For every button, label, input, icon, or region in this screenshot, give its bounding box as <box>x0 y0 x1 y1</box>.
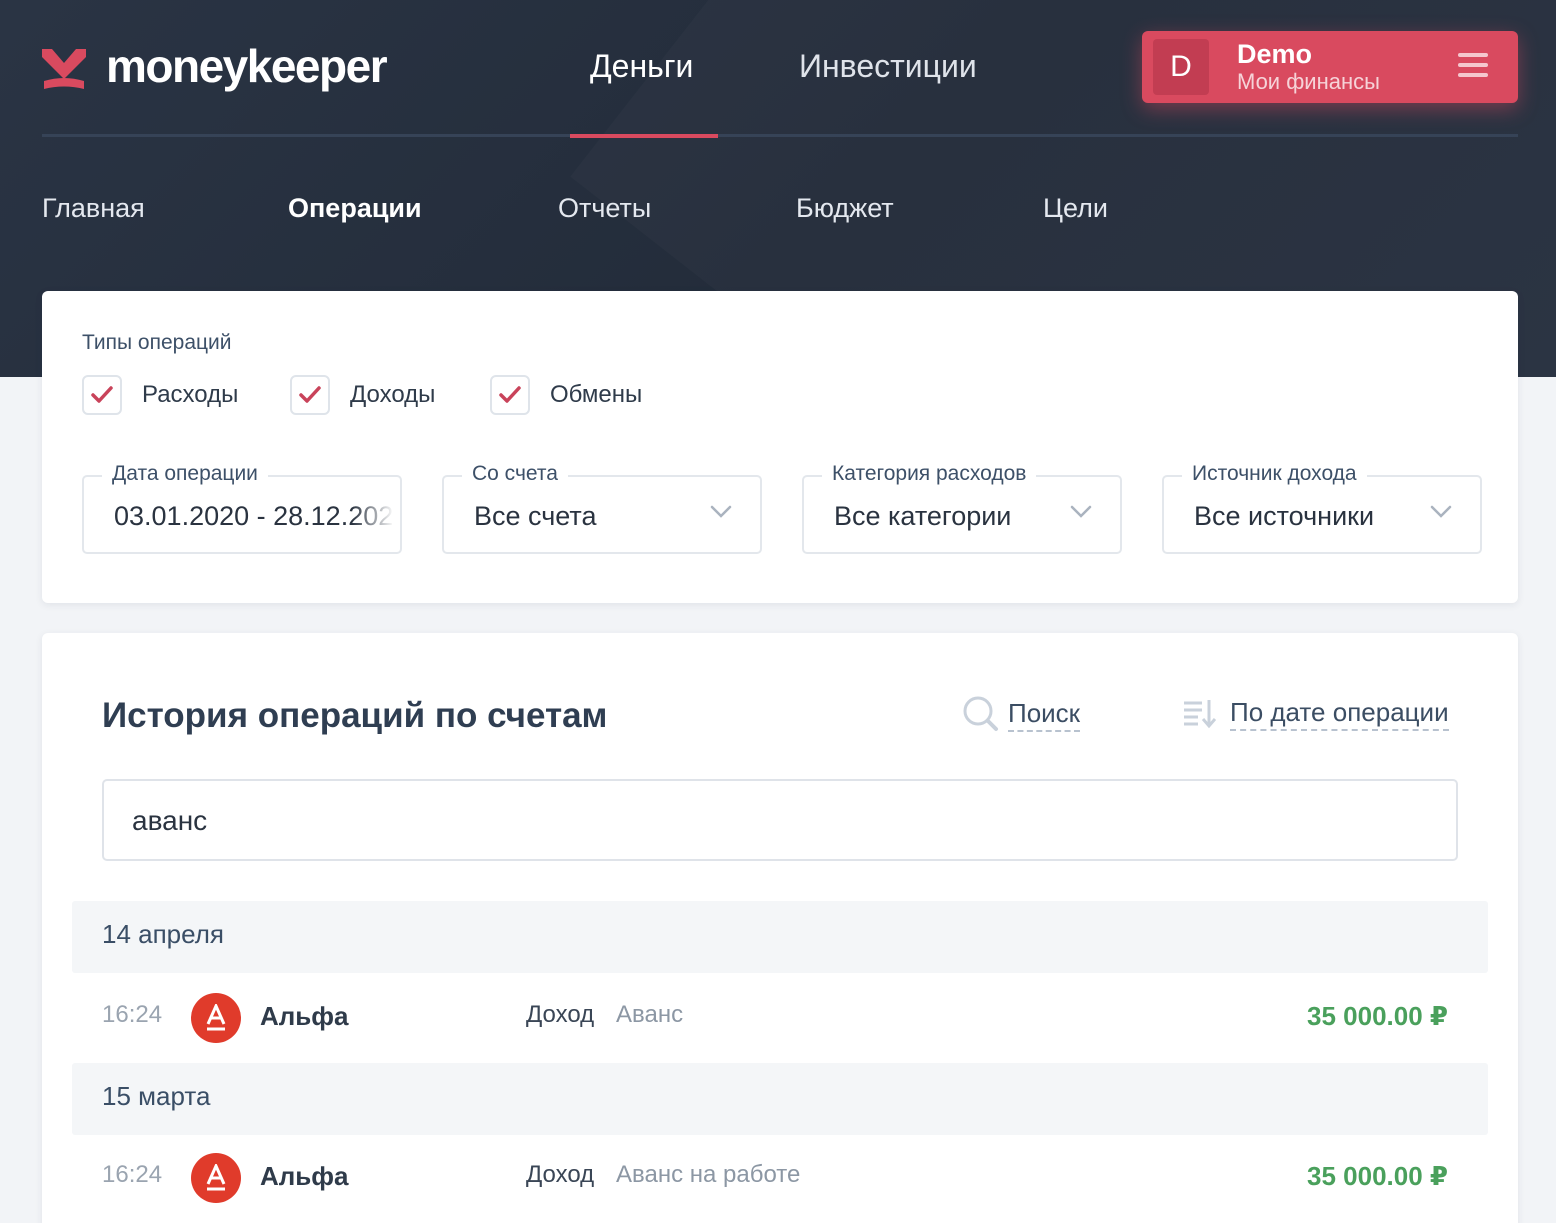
user-subtitle: Мои финансы <box>1237 69 1380 94</box>
alfa-bank-icon <box>191 1153 241 1203</box>
search-toggle[interactable]: Поиск <box>962 695 1081 733</box>
expense-category-value: Все категории <box>834 501 1012 531</box>
operation-description: Аванс <box>616 1001 684 1028</box>
date-group-header: 15 марта <box>72 1063 1488 1135</box>
chevron-down-icon <box>1070 505 1092 518</box>
date-group-label: 14 апреля <box>102 919 224 949</box>
tab-home[interactable]: Главная <box>42 190 145 226</box>
operation-row[interactable]: 16:24 Альфа Доход Аванс на работе 35 000… <box>72 1133 1488 1223</box>
checkbox-label: Доходы <box>350 381 436 408</box>
sort-icon <box>1184 700 1216 729</box>
nav-divider <box>42 134 1518 137</box>
expense-category-select[interactable]: Категория расходов Все категории <box>802 462 1122 554</box>
date-range-field[interactable]: Дата операции 03.01.2020 - 28.12.2020 <box>82 462 402 554</box>
tab-goals[interactable]: Цели <box>1043 190 1108 226</box>
search-field[interactable] <box>102 779 1458 861</box>
field-label: Источник дохода <box>1182 462 1367 486</box>
checkmark-icon <box>490 375 530 415</box>
top-nav-investments[interactable]: Инвестиции <box>799 42 977 90</box>
income-source-value: Все источники <box>1194 501 1375 531</box>
date-group-header: 14 апреля <box>72 901 1488 973</box>
operation-description: Аванс на работе <box>616 1161 801 1188</box>
operation-time: 16:24 <box>102 1161 163 1188</box>
operation-amount: 35 000.00 ₽ <box>1307 1161 1448 1191</box>
search-label: Поиск <box>1008 696 1081 732</box>
tab-budget[interactable]: Бюджет <box>796 190 894 226</box>
operation-time: 16:24 <box>102 1001 163 1028</box>
date-group-label: 15 марта <box>102 1081 211 1111</box>
operation-bank: Альфа <box>260 1161 349 1191</box>
checkbox-label: Расходы <box>142 381 239 408</box>
field-label: Со счета <box>462 462 568 486</box>
field-label: Категория расходов <box>822 462 1037 486</box>
operation-bank: Альфа <box>260 1001 349 1031</box>
sort-toggle[interactable]: По дате операции <box>1182 695 1449 731</box>
operation-type: Доход <box>526 1001 595 1028</box>
moneykeeper-logo-icon <box>42 41 86 91</box>
operation-row[interactable]: 16:24 Альфа Доход Аванс 35 000.00 ₽ <box>72 973 1488 1063</box>
checkbox-label: Обмены <box>550 381 643 408</box>
operation-amount: 35 000.00 ₽ <box>1307 1001 1448 1031</box>
hamburger-menu-icon[interactable] <box>1458 53 1488 79</box>
brand-name: moneykeeper <box>106 40 388 92</box>
checkmark-icon <box>82 375 122 415</box>
checkmark-icon <box>290 375 330 415</box>
account-select[interactable]: Со счета Все счета <box>442 462 762 554</box>
field-label: Дата операции <box>102 462 268 486</box>
search-icon <box>963 696 998 731</box>
chevron-down-icon <box>710 505 732 518</box>
account-select-value: Все счета <box>474 501 597 531</box>
tab-reports[interactable]: Отчеты <box>558 190 651 226</box>
avatar: D <box>1153 39 1209 95</box>
user-menu-card[interactable]: D Demo Мои финансы <box>1142 31 1518 103</box>
sort-label: По дате операции <box>1230 695 1449 731</box>
top-nav-money[interactable]: Деньги <box>590 42 693 90</box>
filters-panel: Типы операций Расходы Доходы Обмены Дата… <box>42 291 1518 603</box>
operation-types-label: Типы операций <box>82 331 232 354</box>
search-input[interactable] <box>132 803 1412 839</box>
checkbox-expenses[interactable]: Расходы <box>82 375 238 415</box>
logo[interactable]: moneykeeper <box>42 40 388 92</box>
income-source-select[interactable]: Источник дохода Все источники <box>1162 462 1482 554</box>
tab-operations[interactable]: Операции <box>288 190 422 226</box>
checkbox-income[interactable]: Доходы <box>290 375 435 415</box>
nav-active-indicator <box>570 134 718 138</box>
user-name: Demo <box>1237 39 1313 69</box>
chevron-down-icon <box>1430 505 1452 518</box>
alfa-bank-icon <box>191 993 241 1043</box>
operation-type: Доход <box>526 1161 595 1188</box>
date-range-value: 03.01.2020 - 28.12.2020 <box>114 501 394 531</box>
history-title: История операций по счетам <box>102 696 608 735</box>
checkbox-exchanges[interactable]: Обмены <box>490 375 642 415</box>
history-panel: История операций по счетам Поиск По дате… <box>42 633 1518 1223</box>
